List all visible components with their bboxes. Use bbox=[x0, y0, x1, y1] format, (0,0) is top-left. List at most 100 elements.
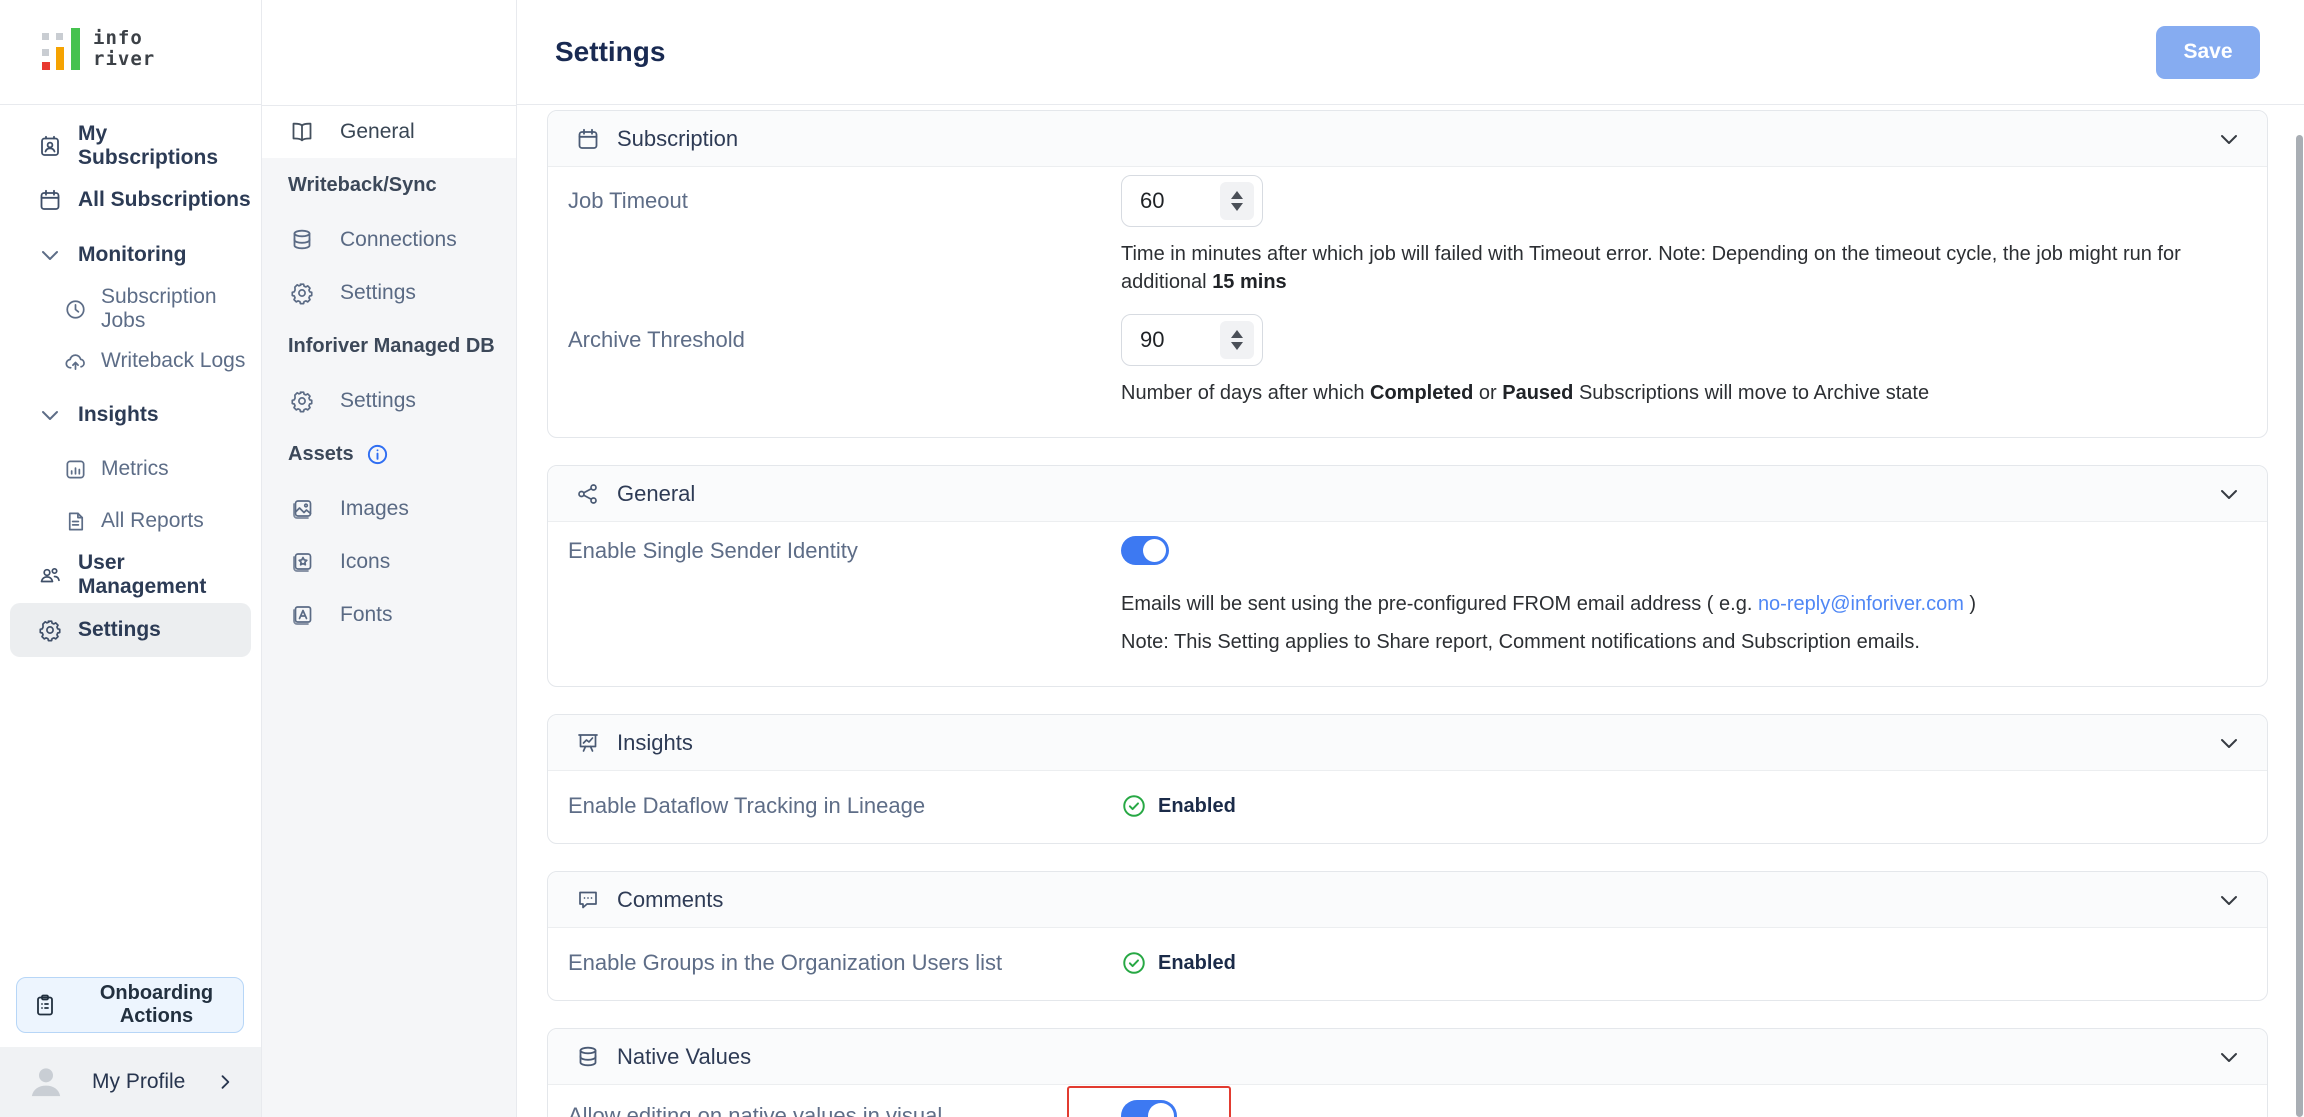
card-subscription: Subscription Job Timeout Time in minutes… bbox=[547, 110, 2268, 438]
chevron-down-icon bbox=[38, 403, 62, 427]
card-insights-header[interactable]: Insights bbox=[548, 715, 2267, 771]
job-timeout-input[interactable] bbox=[1140, 188, 1210, 214]
chevron-down-icon[interactable] bbox=[2217, 127, 2241, 151]
subnav-section-label: Inforiver Managed DB bbox=[288, 335, 495, 358]
card-general-header[interactable]: General bbox=[548, 466, 2267, 522]
avatar bbox=[26, 1062, 66, 1102]
subnav-item-fonts[interactable]: Fonts bbox=[262, 588, 516, 641]
single-sender-label: Enable Single Sender Identity bbox=[568, 536, 1121, 565]
save-button[interactable]: Save bbox=[2156, 26, 2260, 79]
gear-icon bbox=[38, 618, 62, 642]
subnav-item-general[interactable]: General bbox=[262, 105, 516, 158]
book-open-icon bbox=[290, 120, 314, 144]
chevron-down-icon[interactable] bbox=[2217, 731, 2241, 755]
native-editing-toggle[interactable] bbox=[1121, 1100, 1177, 1117]
step-up-icon[interactable] bbox=[1231, 191, 1243, 199]
sidebar-item-my-subscriptions[interactable]: My Subscriptions bbox=[10, 119, 251, 173]
single-sender-note: Note: This Setting applies to Share repo… bbox=[1121, 628, 2243, 656]
subnav-section-writeback-sync: Writeback/Sync bbox=[262, 158, 516, 213]
sidebar-item-label: Writeback Logs bbox=[101, 349, 245, 373]
inforiver-logo[interactable]: info river bbox=[42, 28, 155, 70]
archive-threshold-input[interactable] bbox=[1140, 327, 1210, 353]
subnav-item-label: Settings bbox=[340, 389, 416, 413]
subnav-item-images[interactable]: Images bbox=[262, 482, 516, 535]
job-timeout-stepper[interactable] bbox=[1220, 182, 1254, 220]
status-badge: Enabled bbox=[1158, 795, 1236, 818]
sidebar-item-insights[interactable]: Insights bbox=[10, 387, 251, 443]
sidebar-item-all-subscriptions[interactable]: All Subscriptions bbox=[10, 173, 251, 227]
subnav-section-label: Assets bbox=[288, 443, 354, 466]
info-icon[interactable] bbox=[366, 443, 389, 466]
onboarding-actions-button[interactable]: Onboarding Actions bbox=[16, 977, 244, 1033]
card-native-values-header[interactable]: Native Values bbox=[548, 1029, 2267, 1085]
step-down-icon[interactable] bbox=[1231, 203, 1243, 211]
step-down-icon[interactable] bbox=[1231, 342, 1243, 350]
gear-icon bbox=[290, 389, 314, 413]
toggle-knob bbox=[1143, 539, 1166, 562]
sidebar-item-subscription-jobs[interactable]: Subscription Jobs bbox=[0, 283, 251, 335]
archive-threshold-field bbox=[1121, 314, 1263, 366]
app-root: info river My Subscriptions All Subscrip… bbox=[0, 0, 2304, 1117]
subnav-item-writeback-settings[interactable]: Settings bbox=[262, 266, 516, 319]
card-comments-header[interactable]: Comments bbox=[548, 872, 2267, 928]
calendar-icon bbox=[576, 127, 600, 151]
sidebar-item-label: All Subscriptions bbox=[78, 188, 251, 212]
clipboard-icon bbox=[33, 993, 57, 1017]
sidebar-item-settings[interactable]: Settings bbox=[10, 603, 251, 657]
subnav-item-label: Settings bbox=[340, 281, 416, 305]
card-subscription-header[interactable]: Subscription bbox=[548, 111, 2267, 167]
job-timeout-field bbox=[1121, 175, 1263, 227]
users-icon bbox=[38, 563, 62, 587]
job-timeout-row: Job Timeout Time in minutes after which … bbox=[548, 175, 2267, 296]
sidebar-item-monitoring[interactable]: Monitoring bbox=[10, 227, 251, 283]
primary-nav: My Subscriptions All Subscriptions Monit… bbox=[0, 105, 261, 977]
check-circle-icon bbox=[1121, 793, 1147, 819]
sidebar-item-label: Insights bbox=[78, 403, 159, 427]
my-profile-item[interactable]: My Profile bbox=[0, 1047, 261, 1117]
chevron-down-icon[interactable] bbox=[2217, 482, 2241, 506]
sidebar-item-writeback-logs[interactable]: Writeback Logs bbox=[0, 335, 251, 387]
sidebar-bottom: Onboarding Actions My Profile bbox=[0, 977, 261, 1117]
share-nodes-icon bbox=[576, 482, 600, 506]
subnav-item-connections[interactable]: Connections bbox=[262, 213, 516, 266]
chevron-down-icon[interactable] bbox=[2217, 1045, 2241, 1069]
onboarding-label: Onboarding Actions bbox=[70, 982, 243, 1028]
job-timeout-label: Job Timeout bbox=[568, 175, 1121, 227]
logo-area: info river bbox=[0, 0, 261, 105]
step-up-icon[interactable] bbox=[1231, 330, 1243, 338]
subnav-item-label: Icons bbox=[340, 550, 390, 574]
logo-bars-icon bbox=[42, 28, 84, 70]
subnav-item-label: General bbox=[340, 120, 415, 144]
subnav-section-managed-db: Inforiver Managed DB bbox=[262, 319, 516, 374]
gear-icon bbox=[290, 281, 314, 305]
job-timeout-help: Time in minutes after which job will fai… bbox=[1121, 240, 2243, 296]
main-area: Settings Save Subscription Job Timeout bbox=[517, 0, 2304, 1117]
archive-threshold-stepper[interactable] bbox=[1220, 321, 1254, 359]
primary-sidebar: info river My Subscriptions All Subscrip… bbox=[0, 0, 262, 1117]
email-link[interactable]: no-reply@inforiver.com bbox=[1758, 593, 1964, 615]
card-comments: Comments Enable Groups in the Organizati… bbox=[547, 871, 2268, 1001]
chevron-down-icon[interactable] bbox=[2217, 888, 2241, 912]
sidebar-item-metrics[interactable]: Metrics bbox=[0, 443, 251, 495]
page-header: Settings Save bbox=[517, 0, 2304, 105]
subnav-item-icons[interactable]: Icons bbox=[262, 535, 516, 588]
card-general: General Enable Single Sender Identity Em… bbox=[547, 465, 2268, 687]
database-icon bbox=[576, 1045, 600, 1069]
subnav-item-managed-db-settings[interactable]: Settings bbox=[262, 374, 516, 427]
scrollbar-thumb[interactable] bbox=[2296, 135, 2303, 1117]
sidebar-item-label: Subscription Jobs bbox=[101, 285, 251, 333]
sidebar-item-label: Settings bbox=[78, 618, 161, 642]
subnav-item-label: Fonts bbox=[340, 603, 393, 627]
profile-label: My Profile bbox=[92, 1070, 215, 1094]
card-title: Subscription bbox=[617, 126, 2217, 152]
sidebar-item-user-management[interactable]: User Management bbox=[10, 547, 251, 603]
check-circle-icon bbox=[1121, 950, 1147, 976]
status-badge: Enabled bbox=[1158, 952, 1236, 975]
sidebar-item-all-reports[interactable]: All Reports bbox=[0, 495, 251, 547]
single-sender-toggle[interactable] bbox=[1121, 536, 1169, 565]
chevron-down-icon bbox=[38, 243, 62, 267]
cloud-upload-icon bbox=[64, 350, 87, 373]
settings-content: Subscription Job Timeout Time in minutes… bbox=[517, 105, 2304, 1117]
single-sender-help: Emails will be sent using the pre-config… bbox=[1121, 590, 2243, 618]
dataflow-tracking-status: Enabled bbox=[1121, 793, 2243, 819]
